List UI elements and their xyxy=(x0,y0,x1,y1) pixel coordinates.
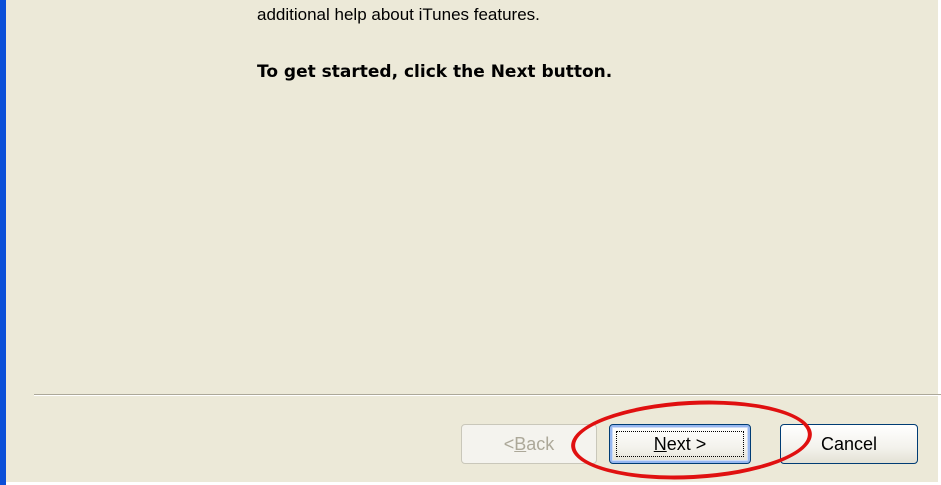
separator-line xyxy=(34,394,941,396)
window-left-border xyxy=(0,0,6,485)
back-button-prefix: < xyxy=(503,433,515,454)
back-button-label-rest: ack xyxy=(526,433,555,454)
next-button-suffix: > xyxy=(690,433,707,454)
next-button[interactable]: Next > xyxy=(609,424,751,464)
back-button-mnemonic: B xyxy=(514,433,527,454)
next-button-mnemonic: N xyxy=(653,433,667,454)
next-button-label-rest: ext xyxy=(666,433,691,454)
cancel-button[interactable]: Cancel xyxy=(780,424,918,464)
help-text: additional help about iTunes features. xyxy=(257,5,540,24)
instruction-text: To get started, click the Next button. xyxy=(257,62,613,82)
back-button[interactable]: < Back xyxy=(461,424,597,464)
installer-window: additional help about iTunes features. T… xyxy=(0,0,941,485)
